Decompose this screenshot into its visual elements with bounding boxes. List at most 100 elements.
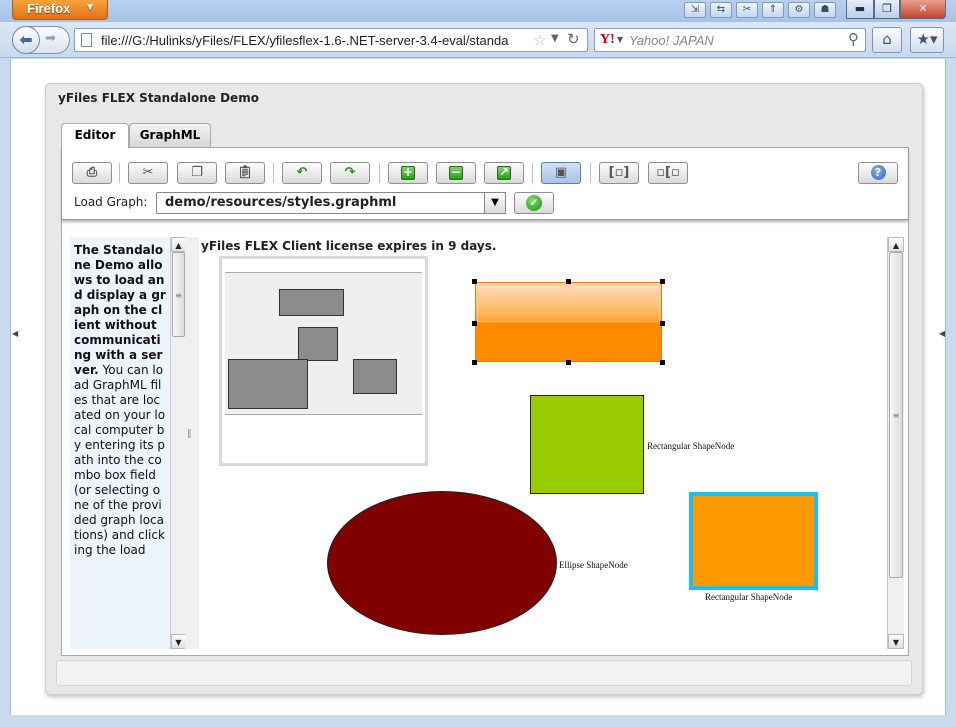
description-scrollbar[interactable]: ▲ ≡ ▼: [170, 237, 186, 649]
green-node-label[interactable]: Rectangular ShapeNode: [647, 441, 734, 451]
scrollbar-thumb[interactable]: ≡: [172, 252, 185, 337]
canvas-scrollbar[interactable]: ▲ ≡ ▼: [887, 237, 904, 649]
tools-tray-icon[interactable]: ✂: [736, 2, 758, 18]
license-notice: yFiles FLEX Client license expires in 9 …: [201, 239, 497, 253]
address-bar[interactable]: file:///G:/Hulinks/yFiles/FLEX/yfilesfle…: [74, 28, 588, 52]
search-icon[interactable]: ⚲: [848, 30, 859, 48]
redo-button[interactable]: ↷: [330, 162, 370, 184]
yahoo-search-engine-icon[interactable]: Y!: [600, 32, 615, 48]
close-window-button[interactable]: ✕: [900, 0, 946, 19]
addon-tray-icon[interactable]: ⚙: [788, 2, 810, 18]
node-highlight: [477, 284, 660, 322]
back-forward-group: ⬅ ➡: [12, 26, 70, 54]
toolbar-separator: [379, 163, 380, 183]
scrollbar-thumb[interactable]: ≡: [889, 252, 903, 578]
scroll-down-arrow-icon[interactable]: ▼: [888, 634, 904, 649]
scroll-up-arrow-icon[interactable]: ▲: [888, 237, 904, 252]
overview-node: [298, 327, 338, 361]
group-button[interactable]: [▫]: [599, 162, 639, 184]
printer-icon: ⎙: [86, 165, 98, 180]
firefox-menu-button[interactable]: Firefox ▼: [12, 0, 108, 20]
help-button[interactable]: ?: [858, 162, 898, 184]
resize-handle[interactable]: [472, 321, 477, 326]
load-graph-input[interactable]: demo/resources/styles.graphml: [165, 195, 396, 210]
description-normal: You can load GraphML files that are loca…: [74, 363, 166, 557]
ungroup-button[interactable]: ▫[▫: [648, 162, 688, 184]
editor-panel: ⎙ ✂ ❐ 📋︎ ↶ ↷ + − ↗ ▣ [▫] ▫[▫ ? Load Grap…: [61, 147, 909, 656]
load-graph-label: Load Graph:: [74, 195, 148, 209]
download-tray-icon[interactable]: ⇲: [684, 2, 706, 18]
page-icon: [81, 33, 92, 47]
bookmark-star-icon[interactable]: ☆: [533, 31, 546, 49]
minus-icon: −: [449, 165, 463, 180]
zoom-in-button[interactable]: +: [388, 162, 428, 184]
zoom-out-button[interactable]: −: [436, 162, 476, 184]
forward-button[interactable]: ➡: [45, 31, 56, 46]
load-graph-button[interactable]: ✔: [514, 192, 554, 214]
scroll-down-arrow-icon[interactable]: ▼: [171, 634, 186, 649]
combobox-dropdown-button[interactable]: ▼: [484, 192, 506, 214]
panel-splitter[interactable]: ‖: [185, 237, 199, 649]
overview-icon: ▣: [554, 165, 568, 180]
overview-toggle-button[interactable]: ▣: [541, 162, 581, 184]
resize-handle[interactable]: [472, 279, 477, 284]
paste-button[interactable]: 📋︎: [225, 162, 265, 184]
print-button[interactable]: ⎙: [72, 162, 112, 184]
orange-node-label[interactable]: Rectangular ShapeNode: [705, 592, 792, 602]
bookmarks-menu-button[interactable]: ★▾: [910, 27, 944, 53]
scroll-up-arrow-icon[interactable]: ▲: [171, 237, 186, 252]
chevron-down-icon[interactable]: ▼: [551, 33, 559, 44]
group-icon: [▫]: [608, 165, 630, 180]
cut-button[interactable]: ✂: [128, 162, 168, 184]
undo-button[interactable]: ↶: [282, 162, 322, 184]
tab-editor[interactable]: Editor: [61, 123, 129, 148]
description-text: The Standalone Demo allows to load and d…: [70, 237, 170, 558]
resize-handle[interactable]: [660, 279, 665, 284]
bookmarks-icon: ★▾: [916, 30, 938, 48]
firefox-menu-label: Firefox: [27, 1, 71, 16]
app-status-bar: [56, 660, 912, 686]
orange-rectangle-node[interactable]: [689, 492, 818, 590]
sync-tray-icon[interactable]: ⇆: [710, 2, 732, 18]
green-rectangle-node[interactable]: [530, 395, 644, 494]
ellipse-node-label[interactable]: Ellipse ShapeNode: [559, 560, 628, 570]
resize-handle[interactable]: [566, 279, 571, 284]
chevron-down-icon[interactable]: ▼: [617, 35, 623, 44]
toolbar-separator: [532, 163, 533, 183]
back-button[interactable]: ⬅: [12, 26, 40, 54]
grip-icon: ‖: [187, 429, 192, 439]
search-input[interactable]: Yahoo! JAPAN: [629, 33, 714, 48]
fit-content-button[interactable]: ↗: [484, 162, 524, 184]
description-bold: The Standalone Demo allows to load and d…: [74, 243, 166, 377]
chevron-down-icon: ▼: [491, 197, 499, 208]
copy-icon: ❐: [191, 165, 203, 180]
graph-canvas[interactable]: yFiles FLEX Client license expires in 9 …: [199, 237, 887, 649]
ellipse-node[interactable]: [327, 491, 557, 635]
help-icon: ?: [870, 165, 886, 180]
copy-button[interactable]: ❐: [177, 162, 217, 184]
minimize-button[interactable]: ▬: [846, 0, 874, 19]
toolbar-separator: [273, 163, 274, 183]
home-button[interactable]: ⌂: [872, 27, 902, 53]
overview-window[interactable]: [219, 256, 428, 466]
reload-icon[interactable]: ↻: [567, 30, 580, 48]
resize-handle[interactable]: [566, 360, 571, 365]
chevron-left-icon[interactable]: ◀: [12, 329, 18, 338]
resize-handle[interactable]: [660, 360, 665, 365]
chevron-left-icon[interactable]: ◀: [939, 329, 945, 338]
tab-graphml[interactable]: GraphML: [129, 123, 211, 147]
resize-handle[interactable]: [472, 360, 477, 365]
search-bar[interactable]: Y! ▼ Yahoo! JAPAN ⚲: [594, 28, 866, 52]
browser-status-bar: [0, 715, 956, 727]
orange-gradient-node[interactable]: [475, 282, 662, 362]
resize-handle[interactable]: [660, 321, 665, 326]
puzzle-tray-icon[interactable]: ☗: [814, 2, 836, 18]
toolbar-separator: [119, 163, 120, 183]
undo-icon: ↶: [296, 165, 308, 180]
maximize-button[interactable]: ❐: [874, 0, 900, 19]
load-graph-combobox[interactable]: demo/resources/styles.graphml ▼: [156, 192, 506, 214]
home-icon: ⌂: [882, 30, 892, 48]
upload-tray-icon[interactable]: ⇑: [762, 2, 784, 18]
url-text[interactable]: file:///G:/Hulinks/yFiles/FLEX/yfilesfle…: [101, 33, 531, 48]
overview-node: [228, 359, 308, 409]
